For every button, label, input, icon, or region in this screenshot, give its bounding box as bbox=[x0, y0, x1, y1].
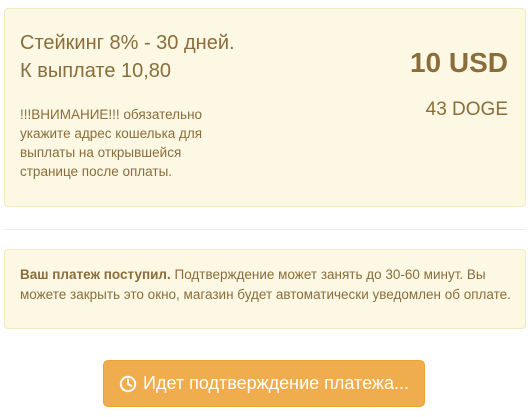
payment-page: Стейкинг 8% - 30 дней. К выплате 10,80 !… bbox=[0, 0, 532, 417]
wallet-warning: !!!ВНИМАНИЕ!!! обязательно укажите адрес… bbox=[20, 107, 203, 179]
divider bbox=[4, 229, 526, 230]
button-label: Идет подтверждение платежа... bbox=[143, 373, 409, 393]
payment-notice: Ваш платеж поступил. Подтверждение может… bbox=[4, 249, 526, 329]
order-panel: Стейкинг 8% - 30 дней. К выплате 10,80 !… bbox=[4, 8, 526, 207]
price-usd: 10 USD bbox=[409, 47, 508, 78]
clock-icon bbox=[119, 375, 137, 392]
price-doge: 43 DOGE bbox=[425, 99, 508, 120]
order-title-line2: К выплате 10,80 bbox=[20, 60, 172, 82]
notice-text: Ваш платеж поступил. Подтверждение может… bbox=[20, 265, 515, 305]
notice-bold: Ваш платеж поступил. bbox=[20, 267, 171, 282]
order-title-line1: Стейкинг 8% - 30 дней. bbox=[20, 32, 235, 54]
payment-confirmation-button[interactable]: Идет подтверждение платежа... bbox=[103, 360, 425, 407]
order-title: Стейкинг 8% - 30 дней. К выплате 10,80 bbox=[20, 29, 235, 85]
